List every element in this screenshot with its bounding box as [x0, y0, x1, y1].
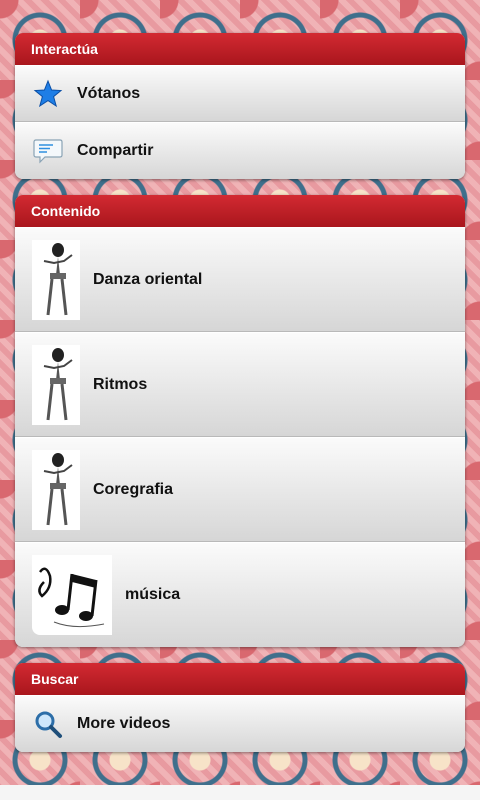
magnifier-icon — [33, 709, 63, 739]
search-header: Buscar — [15, 663, 465, 695]
more-videos-label: More videos — [77, 715, 171, 732]
content-header: Contenido — [15, 195, 465, 227]
share-label: Compartir — [77, 142, 154, 159]
share-row[interactable]: Compartir — [15, 122, 465, 179]
content-row-danza[interactable]: Danza oriental — [15, 227, 465, 332]
content-row-coregrafia[interactable]: Coregrafia — [15, 437, 465, 542]
dancer-image — [32, 344, 80, 425]
search-panel: Buscar More videos — [15, 663, 465, 752]
vote-row[interactable]: Vótanos — [15, 65, 465, 122]
music-notes-image — [32, 555, 112, 635]
vote-label: Vótanos — [77, 84, 141, 102]
star-icon — [33, 79, 63, 109]
content-label-ritmos: Ritmos — [93, 375, 148, 393]
speech-bubble-icon — [33, 136, 63, 166]
content-row-musica[interactable]: música — [15, 542, 465, 647]
content-row-ritmos[interactable]: Ritmos — [15, 332, 465, 437]
interact-panel: Interactúa Vótanos Compartir — [15, 33, 465, 179]
dancer-image — [32, 449, 80, 530]
content-label-danza: Danza oriental — [93, 270, 203, 288]
content-label-musica: música — [125, 586, 181, 603]
interact-header: Interactúa — [15, 33, 465, 65]
dancer-image — [32, 239, 80, 320]
bottom-bar — [0, 785, 480, 800]
content-panel: Contenido Danza oriental Ritmos Coregraf… — [15, 195, 465, 647]
content-label-coregrafia: Coregrafia — [93, 480, 174, 498]
more-videos-row[interactable]: More videos — [15, 695, 465, 752]
